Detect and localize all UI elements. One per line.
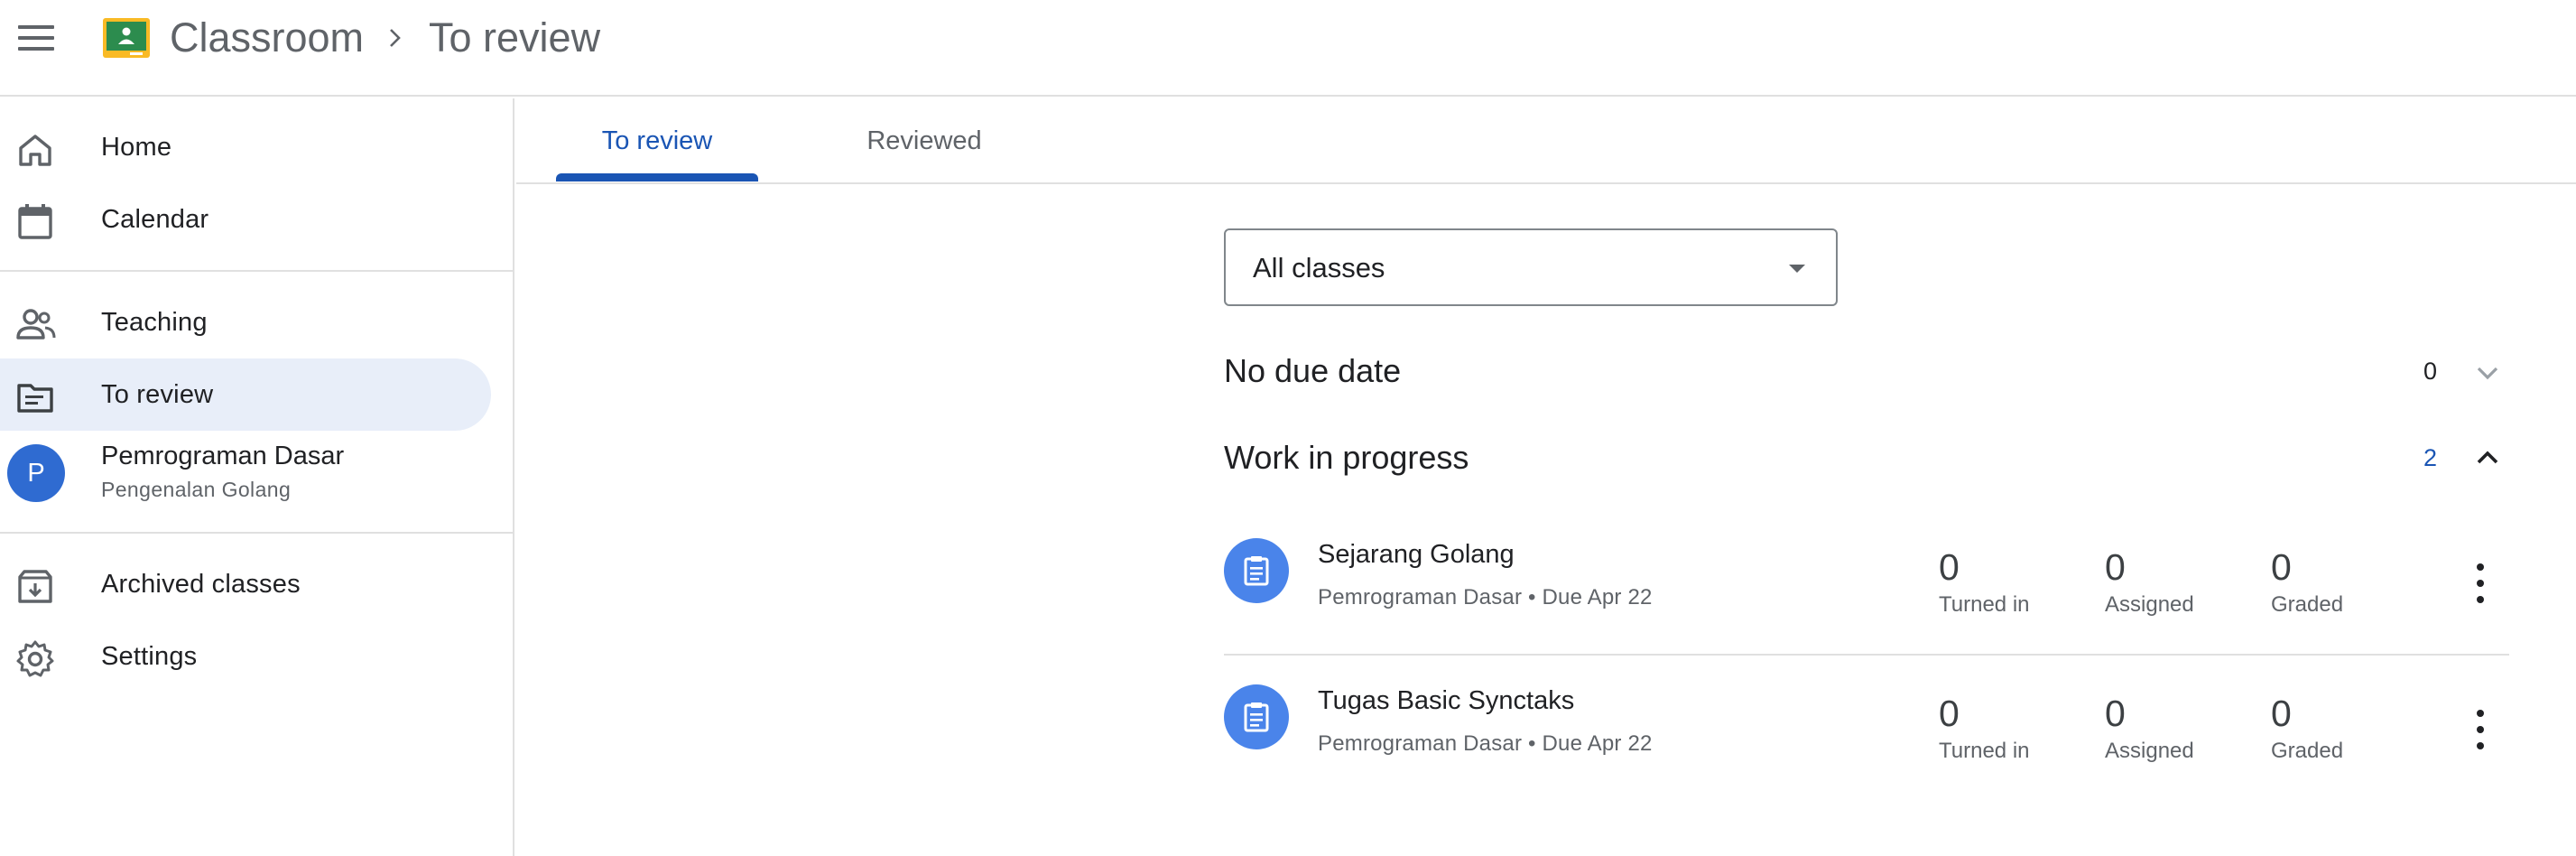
dot xyxy=(2477,742,2484,749)
app-title-link[interactable]: Classroom xyxy=(170,13,364,63)
stat-assigned-label: Assigned xyxy=(2105,592,2194,617)
sidebar: Home Calendar Teaching To review P Pemro… xyxy=(0,98,514,856)
class-filter-select[interactable]: All classes xyxy=(1224,228,1838,306)
clipboard-icon xyxy=(1244,556,1269,586)
dot xyxy=(2477,596,2484,603)
sidebar-item-label: To review xyxy=(101,379,214,409)
stat-graded: 0 Graded xyxy=(2271,693,2424,764)
stat-turned-in-label: Turned in xyxy=(1939,739,2030,763)
sidebar-item-label: Settings xyxy=(101,641,198,671)
stat-assigned-count: 0 xyxy=(2105,546,2126,588)
class-section: Pengenalan Golang xyxy=(101,478,292,501)
chevron-down-icon[interactable] xyxy=(2469,355,2506,391)
sidebar-item-calendar[interactable]: Calendar xyxy=(0,183,491,256)
chevron-right-icon xyxy=(390,29,401,47)
active-tab-indicator xyxy=(556,173,758,181)
sidebar-divider xyxy=(0,270,514,272)
breadcrumb-current: To review xyxy=(429,14,601,60)
class-name: Pemrograman Dasar xyxy=(101,442,345,470)
stat-graded-count: 0 xyxy=(2271,546,2292,588)
assignment-title[interactable]: Tugas Basic Synctaks xyxy=(1318,686,1574,716)
dot xyxy=(2477,726,2484,733)
dropdown-arrow-icon xyxy=(1789,265,1805,273)
clipboard-icon xyxy=(1244,702,1269,732)
people-icon xyxy=(16,309,56,340)
sidebar-item-to-review[interactable]: To review xyxy=(0,358,491,431)
tab-reviewed[interactable]: Reviewed xyxy=(778,98,1070,184)
stat-turned-in: 0 Turned in xyxy=(1939,547,2092,618)
sidebar-divider xyxy=(0,532,514,534)
section-work-in-progress-title[interactable]: Work in progress xyxy=(1224,439,1469,477)
stat-graded: 0 Graded xyxy=(2271,547,2424,618)
sidebar-item-label: Home xyxy=(101,132,172,162)
home-icon xyxy=(19,135,51,166)
stat-assigned: 0 Assigned xyxy=(2105,693,2258,764)
review-tabs: To review Reviewed xyxy=(516,98,2576,184)
assignment-row[interactable]: Tugas Basic Synctaks Pemrograman Dasar •… xyxy=(1224,648,2509,793)
stat-turned-in-count: 0 xyxy=(1939,693,1960,734)
stat-assigned-label: Assigned xyxy=(2105,739,2194,763)
tab-to-review[interactable]: To review xyxy=(556,98,758,184)
sidebar-item-label: Teaching xyxy=(101,307,208,337)
stat-assigned-count: 0 xyxy=(2105,693,2126,734)
main-menu-button[interactable] xyxy=(16,22,56,54)
review-folder-icon xyxy=(17,384,53,413)
sidebar-item-label: Calendar xyxy=(101,204,209,234)
section-no-due-date-count: 0 xyxy=(2423,358,2437,385)
sidebar-item-label: Archived classes xyxy=(101,569,301,599)
assignment-row[interactable]: Sejarang Golang Pemrograman Dasar • Due … xyxy=(1224,502,2509,647)
more-options-icon[interactable] xyxy=(2462,556,2498,610)
dot xyxy=(2477,580,2484,587)
stat-turned-in-label: Turned in xyxy=(1939,592,2030,617)
sidebar-item-class[interactable]: P Pemrograman Dasar Pengenalan Golang xyxy=(0,431,491,517)
dot xyxy=(2477,710,2484,717)
sidebar-item-teaching[interactable]: Teaching xyxy=(0,286,491,358)
section-no-due-date-title[interactable]: No due date xyxy=(1224,352,1401,390)
assignment-icon xyxy=(1224,684,1289,749)
stat-assigned: 0 Assigned xyxy=(2105,547,2258,618)
gear-icon xyxy=(16,640,54,677)
stat-graded-count: 0 xyxy=(2271,693,2292,734)
menu-line xyxy=(18,36,54,40)
sidebar-item-home[interactable]: Home xyxy=(0,111,491,183)
stat-turned-in: 0 Turned in xyxy=(1939,693,2092,764)
assignment-meta: Pemrograman Dasar • Due Apr 22 xyxy=(1318,585,1653,609)
class-avatar: P xyxy=(7,444,65,502)
calendar-icon xyxy=(18,204,52,239)
menu-line xyxy=(18,47,54,51)
classroom-logo-icon[interactable] xyxy=(103,18,150,58)
assignment-icon xyxy=(1224,538,1289,603)
class-filter-value: All classes xyxy=(1253,252,1385,284)
stat-graded-label: Graded xyxy=(2271,739,2344,763)
dot xyxy=(2477,563,2484,571)
archive-icon xyxy=(18,570,52,603)
stat-graded-label: Graded xyxy=(2271,592,2344,617)
more-options-icon[interactable] xyxy=(2462,702,2498,757)
sidebar-item-archived[interactable]: Archived classes xyxy=(0,548,491,620)
chevron-up-icon[interactable] xyxy=(2469,440,2506,476)
app-header: Classroom To review xyxy=(0,0,2576,97)
assignment-title[interactable]: Sejarang Golang xyxy=(1318,540,1515,570)
menu-line xyxy=(18,25,54,29)
section-work-in-progress-count: 2 xyxy=(2423,444,2437,471)
assignment-meta: Pemrograman Dasar • Due Apr 22 xyxy=(1318,731,1653,756)
stat-turned-in-count: 0 xyxy=(1939,546,1960,588)
sidebar-item-settings[interactable]: Settings xyxy=(0,620,491,693)
